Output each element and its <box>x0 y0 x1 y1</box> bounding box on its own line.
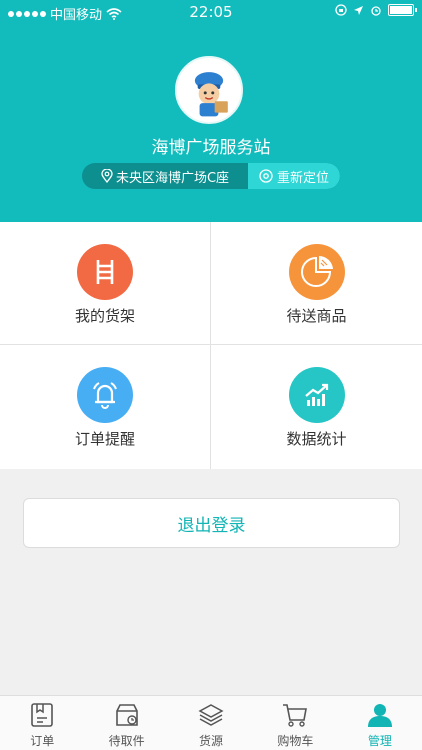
alarm-icon <box>371 6 381 16</box>
menu-item-order-reminder[interactable]: 订单提醒 <box>0 345 211 469</box>
user-icon <box>367 704 392 727</box>
bell-icon <box>77 367 133 423</box>
menu-item-statistics[interactable]: 数据统计 <box>211 345 422 469</box>
tab-cart[interactable]: 购物车 <box>253 696 337 750</box>
location-arrow-icon <box>354 5 363 15</box>
tab-pickup[interactable]: 待取件 <box>84 696 168 750</box>
tab-label: 订单 <box>30 734 55 748</box>
relocate-label: 重新定位 <box>276 170 329 186</box>
relocate-button[interactable]: 重新定位 <box>248 163 340 189</box>
cart-icon <box>283 704 308 727</box>
pie-chart-icon <box>288 244 345 300</box>
layers-icon <box>198 704 224 726</box>
location-bar: 未央区海博广场C座 重新定位 <box>82 163 340 189</box>
map-pin-icon <box>101 169 113 183</box>
status-bar: 中国移动 22:05 <box>0 0 422 24</box>
menu-item-label: 数据统计 <box>286 430 347 448</box>
rotation-lock-icon <box>335 4 347 16</box>
order-icon <box>31 703 54 727</box>
tab-orders[interactable]: 订单 <box>0 696 84 750</box>
station-name: 海博广场服务站 <box>151 138 271 158</box>
battery-icon <box>388 4 417 16</box>
tab-manage[interactable]: 管理 <box>338 696 422 750</box>
menu-item-label: 订单提醒 <box>74 430 135 448</box>
avatar[interactable] <box>175 56 243 124</box>
header: 中国移动 22:05 海博广场服务站 未央区海博广场C座 重新定位 <box>0 0 422 222</box>
logout-button[interactable]: 退出登录 <box>23 498 400 548</box>
menu-item-pending-goods[interactable]: 待送商品 <box>211 222 422 345</box>
locate-target-icon <box>259 169 273 183</box>
tab-label: 待取件 <box>108 734 145 748</box>
pickup-box-icon <box>115 704 138 726</box>
menu-item-my-shelf[interactable]: 我的货架 <box>0 222 211 345</box>
trend-chart-icon <box>288 367 345 423</box>
menu-grid: 我的货架 待送商品 订单提醒 数据统计 <box>0 222 422 469</box>
tab-label: 购物车 <box>277 734 314 748</box>
tab-label: 货源 <box>199 734 224 748</box>
address-display: 未央区海博广场C座 <box>82 163 248 189</box>
tab-supply[interactable]: 货源 <box>169 696 253 750</box>
tab-label: 管理 <box>367 734 392 748</box>
address-text: 未央区海博广场C座 <box>115 170 230 186</box>
tab-bar: 订单 待取件 货源 购物车 管理 <box>0 695 422 750</box>
menu-item-label: 待送商品 <box>286 307 347 325</box>
menu-item-label: 我的货架 <box>74 307 135 325</box>
shelf-icon <box>77 244 133 300</box>
